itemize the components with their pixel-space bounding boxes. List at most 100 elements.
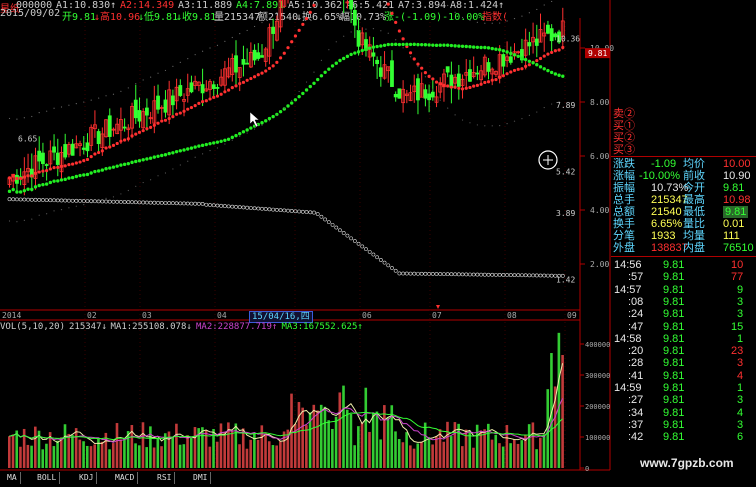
ma-green-dot [557,73,561,77]
candle-body [200,84,205,94]
volume-bar [412,448,416,468]
envelope-dot [320,59,323,61]
ma-green-dot [96,169,101,173]
tab-kdj[interactable]: KDJ [76,472,98,484]
volume-bar [8,436,11,468]
volume-bar [119,439,122,468]
envelope-dot [53,107,55,109]
ma-green-dot [11,187,15,192]
indicator-circle [144,200,149,205]
volume-bar [11,434,15,468]
price-tick-label: 6.00 [590,152,609,161]
volume-tick-label: 0 [585,465,589,473]
ma-red-dot [126,137,130,141]
ma-red-dot [427,74,431,78]
ma-green-dot [111,165,116,169]
tab-dmi[interactable]: DMI [190,472,212,484]
indicator-circle [278,208,283,213]
indicator-circle [241,205,246,210]
envelope-dot [194,54,196,56]
ma-red-dot [208,97,212,101]
candle-body [85,142,90,152]
ma-red-dot [538,56,543,61]
ma-green-dot [189,146,194,150]
ma-red-dot [115,141,119,146]
candle-body [271,26,276,34]
ma-green-dot [67,176,71,180]
tab-ma[interactable]: MA [4,472,21,484]
ma-green-dot [100,168,105,172]
ma-green-dot [130,160,134,165]
volume-bar [498,443,501,468]
ma-red-dot [111,143,116,148]
ma-red-dot [290,40,294,44]
tab-macd[interactable]: MACD [112,472,139,484]
envelope-dot [209,149,211,152]
tick-volume: 3 [737,418,744,431]
tick-row: :42 9.81 6 [611,431,756,443]
volume-bar [245,448,249,468]
ma-green-dot [41,182,45,187]
month-label: 2014 [2,311,21,320]
volume-bar [316,410,319,468]
tab-boll[interactable]: BOLL [34,472,61,484]
indicator-circle [505,273,509,277]
volume-bar [394,431,397,468]
ma-red-dot [193,104,197,108]
indicator-circle [115,199,120,204]
ma-red-dot [550,50,554,55]
ma-green-dot [546,68,550,73]
volume-bar [479,430,483,468]
ma-green-dot [471,45,476,49]
candle-body [52,146,56,153]
ma-red-dot [446,84,450,88]
candle-body [133,99,138,119]
left-level-label: 6.65 [18,134,37,143]
volume-bar [271,445,275,468]
stock-terminal: 星纸 000000 A1:10.830↑ A2:14.349 A3:11.889 A4:7… [0,0,756,487]
envelope-dot [551,0,553,3]
tab-rsi[interactable]: RSI [154,472,176,484]
ma-green-dot [122,162,127,167]
indicator-circle [119,199,123,204]
ma-green-dot [174,149,179,154]
envelope-dot [150,76,152,78]
ma-red-dot [516,67,520,71]
volume-bar [178,444,182,468]
envelope-dot [484,22,486,24]
volume-bar [305,425,308,468]
ma-red-dot [479,82,483,86]
indicator-circle [542,273,547,278]
stat-row: 总手 215347 最高 10.98 [611,194,756,206]
envelope-dot [246,132,248,134]
ma-green-dot [15,190,19,194]
volume-bar [71,435,74,468]
ma-red-dot [394,20,398,24]
envelope-dot [543,4,545,6]
envelope-dot [83,204,85,206]
candle-body [356,30,361,47]
ma-green-dot [542,67,546,71]
candle-body [41,152,45,164]
candle-body [137,110,142,122]
indicator-circle [286,208,290,213]
indicator-circle [289,209,294,213]
volume-bar [171,437,174,468]
envelope-dot [8,220,11,222]
indicator-circle [486,272,491,277]
ma-green-dot [316,77,320,82]
ma-green-dot [197,144,201,148]
tick-volume: 3 [737,357,744,370]
level-label: 1.42 [556,276,575,285]
volume-bar [238,444,241,468]
ma-green-dot [419,42,424,47]
volume-bar [345,409,349,468]
tick-price: 9.81 [663,259,685,271]
stat-value: 6.65% [651,218,683,230]
indicator-circle [141,200,146,205]
ma-green-dot [52,179,56,183]
tick-price: 9.81 [663,431,685,444]
ma-green-dot [408,42,413,47]
volume-bar [160,446,163,468]
indicator-circle [93,199,97,204]
